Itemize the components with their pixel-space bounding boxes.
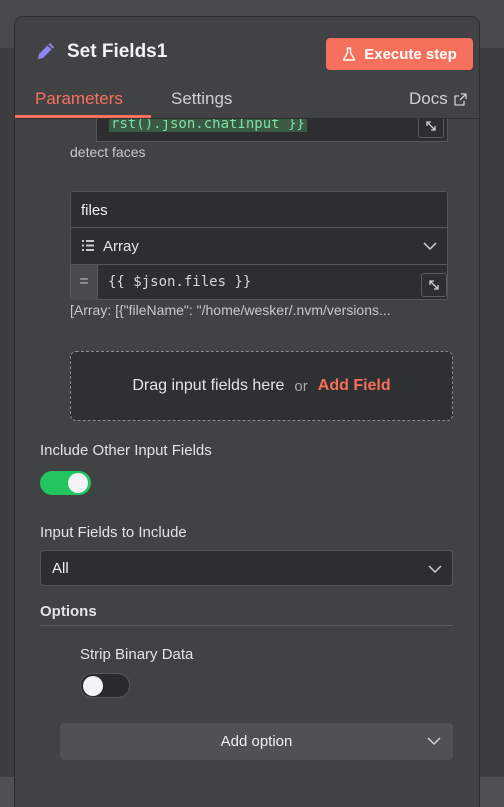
add-option-label: Add option <box>220 733 293 750</box>
input-fields-include-label: Input Fields to Include <box>40 524 187 541</box>
strip-binary-label: Strip Binary Data <box>80 646 194 663</box>
options-heading: Options <box>40 603 453 626</box>
field-type-select[interactable]: Array <box>71 228 447 265</box>
input-fields-include-select[interactable]: All <box>40 550 453 586</box>
field-value-preview: [Array: [{"fileName": "/home/wesker/.nvm… <box>70 302 391 318</box>
toggle-knob <box>68 473 88 493</box>
pencil-icon[interactable] <box>35 40 57 62</box>
select-value: All <box>52 560 69 577</box>
flask-icon <box>343 46 356 61</box>
add-field-button[interactable]: Add Field <box>318 377 391 395</box>
external-link-icon <box>454 92 467 106</box>
node-settings-panel: rst().json.chatInput }} detect faces fil… <box>15 17 479 807</box>
drag-fields-dropzone[interactable]: Drag input fields here or Add Field <box>70 351 453 421</box>
tab-docs[interactable]: Docs <box>409 89 467 109</box>
include-other-label: Include Other Input Fields <box>40 442 212 459</box>
include-other-toggle[interactable] <box>40 471 91 495</box>
execute-step-button[interactable]: Execute step <box>326 38 473 70</box>
tab-settings[interactable]: Settings <box>171 89 232 109</box>
chevron-down-icon <box>423 242 437 251</box>
execute-step-label: Execute step <box>364 45 457 63</box>
field-name-input[interactable]: files <box>71 192 447 228</box>
active-tab-underline <box>15 115 151 118</box>
field-value-text: {{ $json.files }} <box>108 274 252 290</box>
dropzone-text: Drag input fields here <box>132 377 285 394</box>
field-value-expression[interactable]: = {{ $json.files }} <box>71 265 447 300</box>
toggle-knob <box>83 675 103 696</box>
chevron-down-icon <box>427 737 441 746</box>
list-icon <box>82 240 94 251</box>
expand-expression-icon[interactable] <box>421 273 447 297</box>
docs-label: Docs <box>409 89 448 108</box>
strip-binary-toggle[interactable] <box>80 673 130 698</box>
assignment-field-files: files Array = {{ $json.files }} <box>70 191 448 300</box>
dropzone-or: or <box>294 377 308 395</box>
tab-parameters[interactable]: Parameters <box>35 89 123 109</box>
expression-equals-icon: = <box>71 265 98 300</box>
field-type-label: Array <box>103 238 139 255</box>
previous-field-hint: detect faces <box>70 144 146 160</box>
node-title[interactable]: Set Fields1 <box>67 41 167 63</box>
add-option-button[interactable]: Add option <box>60 723 453 760</box>
chevron-down-icon <box>428 565 442 574</box>
panel-header: Set Fields1 Execute step Parameters Sett… <box>15 17 479 119</box>
parameters-content: rst().json.chatInput }} detect faces fil… <box>15 17 479 807</box>
